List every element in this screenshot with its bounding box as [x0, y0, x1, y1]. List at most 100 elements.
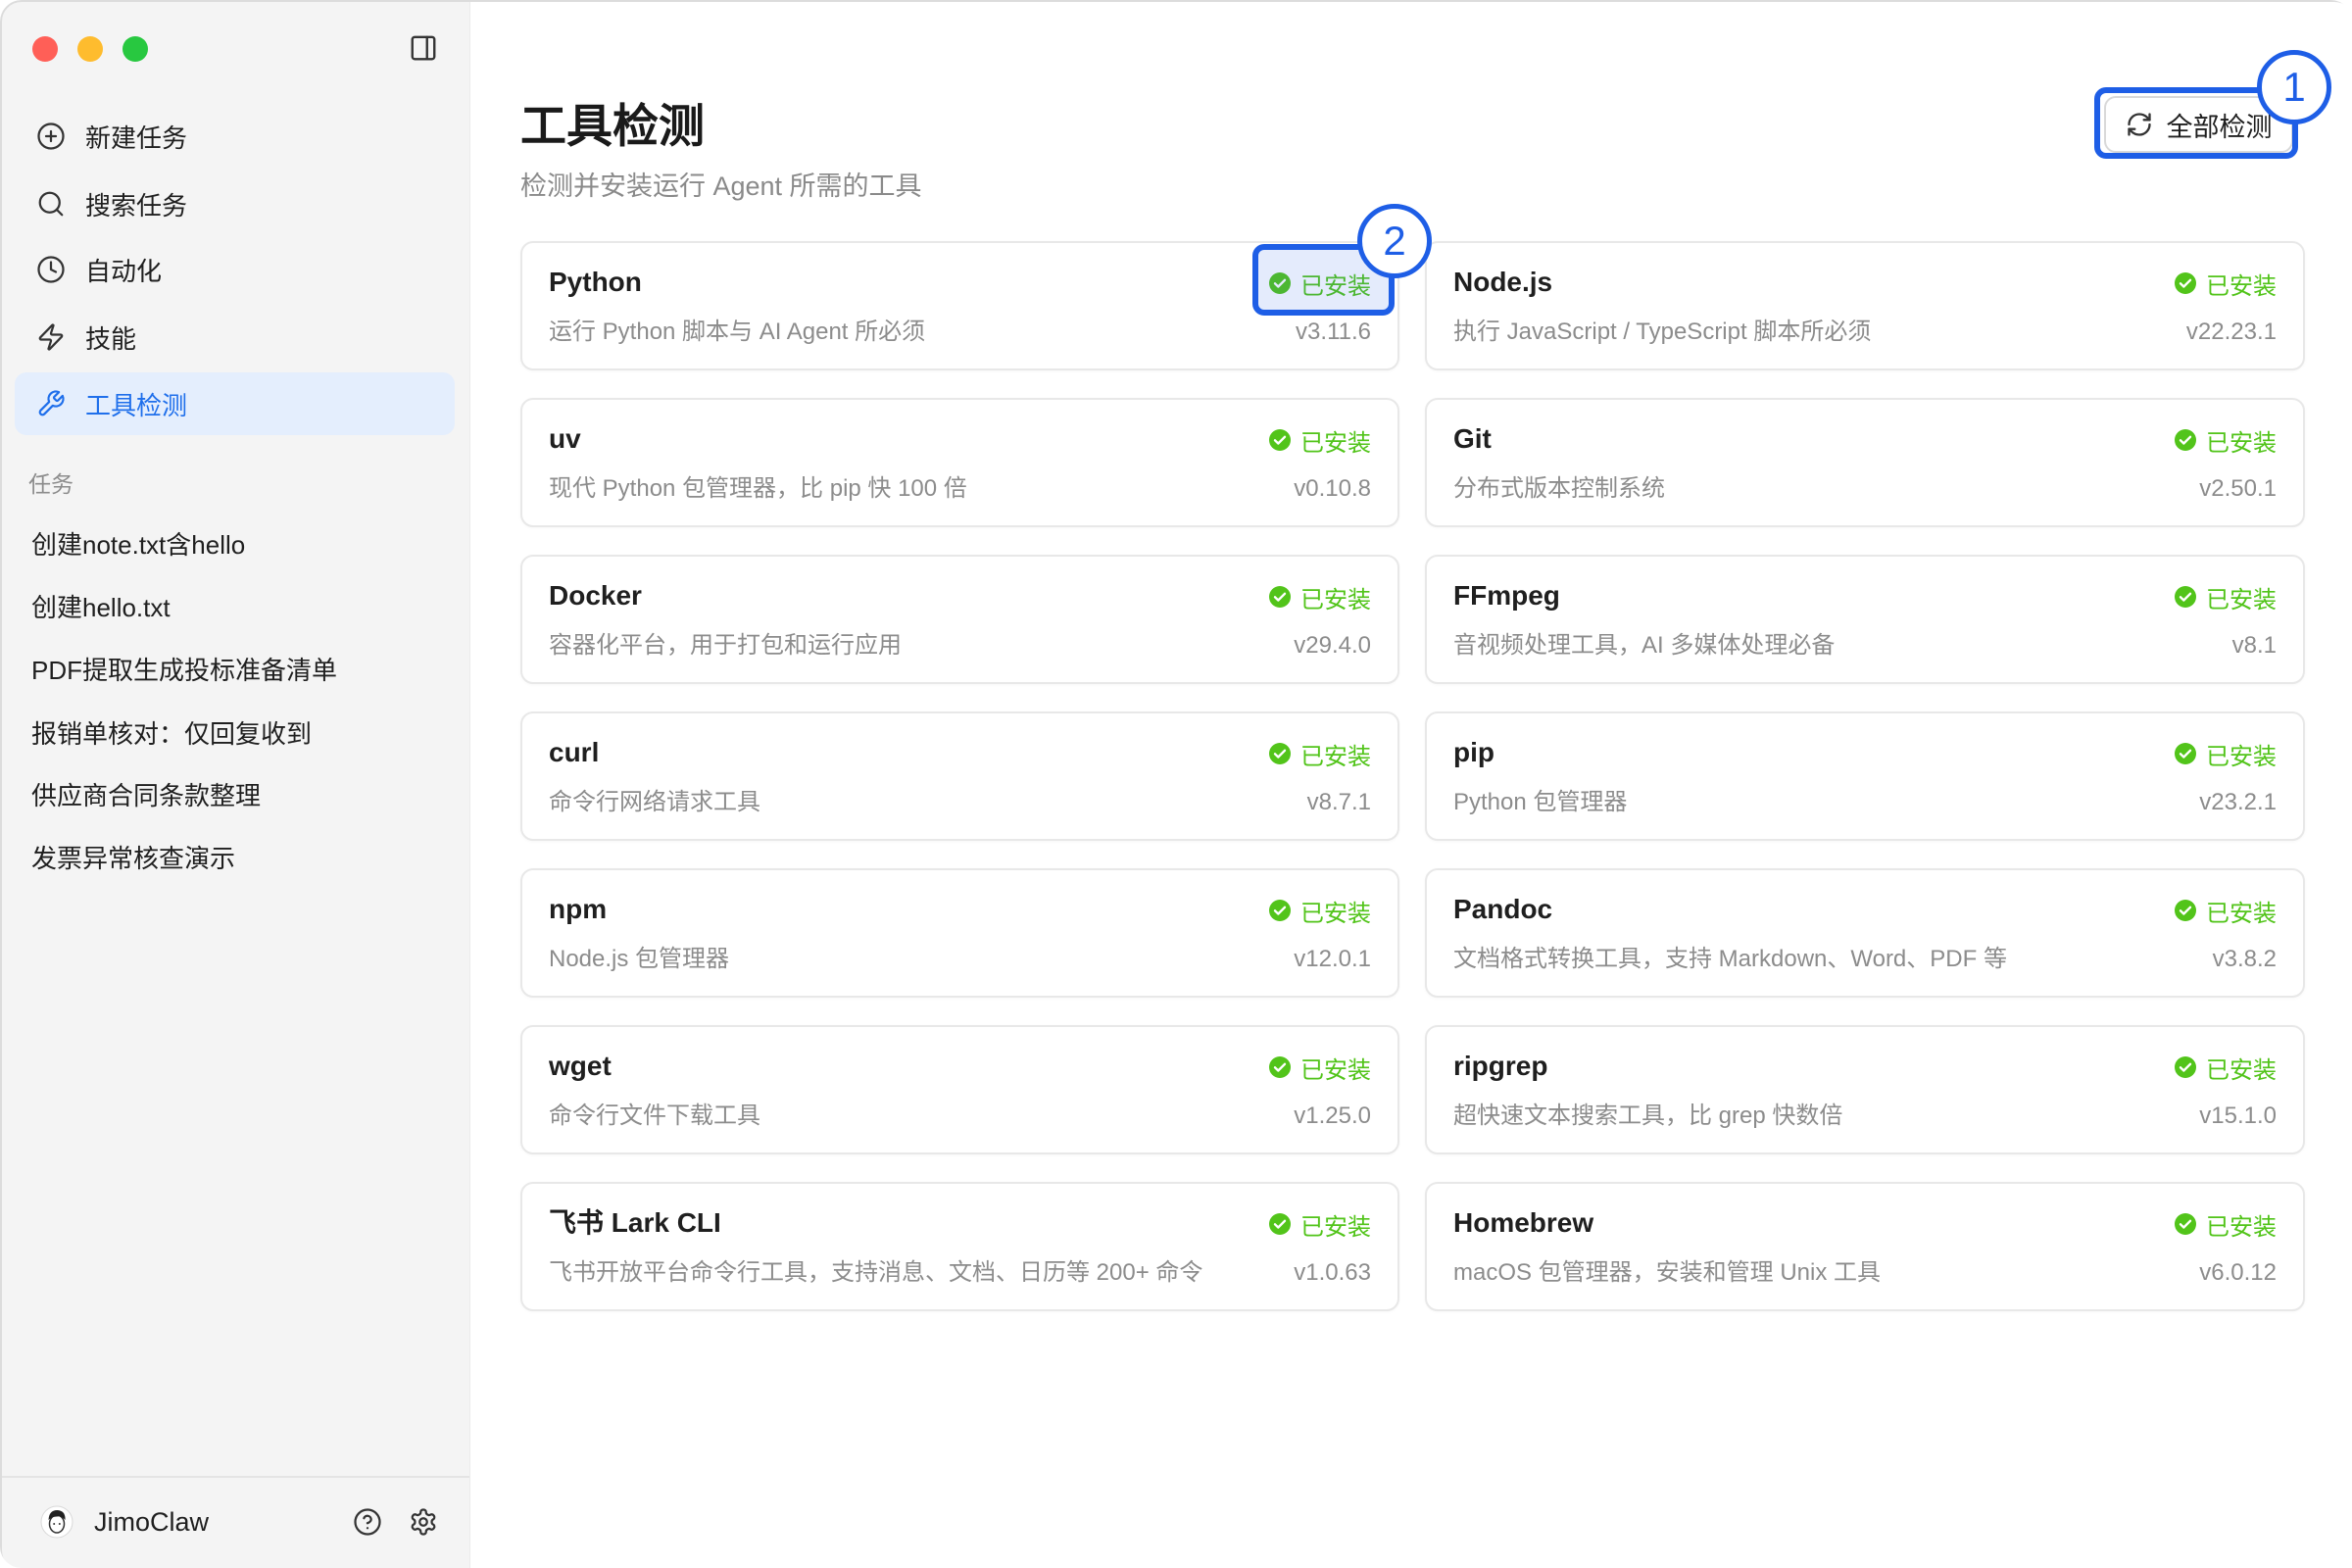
tool-description: 现代 Python 包管理器，比 pip 快 100 倍	[549, 475, 967, 502]
check-circle-icon	[1268, 428, 1292, 452]
tool-version: v8.1	[2231, 632, 2277, 659]
tool-name: Node.js	[1453, 267, 1553, 297]
tool-description: 超快速文本搜索工具，比 grep 快数倍	[1453, 1102, 1843, 1129]
tool-name: FFmpeg	[1453, 580, 1560, 611]
task-item[interactable]: 创建hello.txt	[15, 580, 455, 631]
tool-name: Docker	[549, 580, 642, 611]
check-circle-icon	[2174, 1212, 2197, 1236]
task-item[interactable]: 报销单核对：仅回复收到	[15, 707, 455, 758]
tool-card: npm Node.js 包管理器 已安装 v12.0.1	[520, 868, 1399, 998]
tool-card: Homebrew macOS 包管理器，安装和管理 Unix 工具 已安装 v6.0.…	[1425, 1182, 2305, 1311]
tool-version: v15.1.0	[2199, 1102, 2277, 1129]
tool-description: 运行 Python 脚本与 AI Agent 所必须	[549, 318, 926, 345]
sidebar-toggle-icon	[409, 33, 438, 68]
nav-new-task[interactable]: 新建任务	[15, 105, 455, 168]
window-minimize-button[interactable]	[77, 36, 103, 62]
tool-name: Homebrew	[1453, 1207, 1594, 1238]
check-circle-icon	[1268, 899, 1292, 922]
help-icon[interactable]	[353, 1507, 382, 1537]
status-badge[interactable]: 已安装	[1268, 424, 1371, 457]
window-zoom-button[interactable]	[122, 36, 148, 62]
nav-label: 技能	[85, 323, 137, 354]
tool-card: FFmpeg 音视频处理工具，AI 多媒体处理必备 已安装 v8.1	[1425, 555, 2305, 684]
tool-version: v29.4.0	[1294, 632, 1371, 659]
status-badge[interactable]: 已安装	[1268, 1052, 1371, 1084]
avatar[interactable]	[40, 1505, 74, 1539]
task-item[interactable]: 创建note.txt含hello	[15, 517, 455, 568]
tool-card: wget 命令行文件下载工具 已安装 v1.25.0	[520, 1025, 1399, 1154]
tool-name: Pandoc	[1453, 894, 1553, 924]
tool-name: wget	[549, 1051, 612, 1081]
tool-card: uv 现代 Python 包管理器，比 pip 快 100 倍 已安装 v0.10.8	[520, 398, 1399, 527]
status-badge[interactable]: 已安装	[2174, 738, 2277, 770]
status-badge[interactable]: 已安装	[1268, 895, 1371, 927]
status-label: 已安装	[2206, 1056, 2277, 1084]
tool-version: v1.0.63	[1294, 1259, 1371, 1286]
status-label: 已安装	[2206, 429, 2277, 457]
status-badge[interactable]: 已安装	[2174, 424, 2277, 457]
status-label: 已安装	[2206, 1213, 2277, 1241]
tool-card: Pandoc 文档格式转换工具，支持 Markdown、Word、PDF 等 已安装…	[1425, 868, 2305, 998]
status-label: 已安装	[1300, 429, 1371, 457]
tool-description: 飞书开放平台命令行工具，支持消息、文档、日历等 200+ 命令	[549, 1259, 1203, 1286]
window-close-button[interactable]	[32, 36, 58, 62]
tool-version: v8.7.1	[1306, 789, 1371, 815]
tool-description: 容器化平台，用于打包和运行应用	[549, 632, 902, 659]
tool-description: 执行 JavaScript / TypeScript 脚本所必须	[1453, 318, 1872, 345]
tool-name: uv	[549, 423, 581, 454]
status-badge[interactable]: 已安装	[1268, 738, 1371, 770]
tool-name: curl	[549, 737, 600, 767]
check-circle-icon	[1268, 742, 1292, 765]
status-badge[interactable]: 已安装	[2174, 895, 2277, 927]
status-badge[interactable]: 已安装	[2174, 1052, 2277, 1084]
status-label: 已安装	[2206, 743, 2277, 770]
nav-skills[interactable]: 技能	[15, 306, 455, 368]
nav-automation[interactable]: 自动化	[15, 238, 455, 301]
status-badge[interactable]: 已安装	[2174, 1208, 2277, 1241]
nav-label: 新建任务	[85, 122, 188, 153]
status-badge[interactable]: 已安装	[2174, 268, 2277, 300]
annotation-marker-2: 2	[1357, 204, 1432, 278]
check-circle-icon	[2174, 742, 2197, 765]
page-subtitle: 检测并安装运行 Agent 所需的工具	[520, 172, 922, 201]
check-circle-icon	[2174, 1055, 2197, 1079]
tool-version: v2.50.1	[2199, 475, 2277, 502]
status-label: 已安装	[2206, 900, 2277, 927]
tool-version: v23.2.1	[2199, 789, 2277, 815]
clock-icon	[36, 255, 66, 284]
nav-label: 自动化	[85, 256, 163, 286]
tool-description: Node.js 包管理器	[549, 946, 730, 972]
tool-version: v6.0.12	[2199, 1259, 2277, 1286]
tool-version: v1.25.0	[1294, 1102, 1371, 1129]
annotation-marker-1: 1	[2257, 50, 2331, 124]
task-item[interactable]: 发票异常核查演示	[15, 831, 455, 882]
status-badge[interactable]: 已安装	[1268, 1208, 1371, 1241]
lightning-icon	[36, 322, 66, 352]
tool-name: Git	[1453, 423, 1492, 454]
check-circle-icon	[1268, 1212, 1292, 1236]
tool-name: pip	[1453, 737, 1494, 767]
check-circle-icon	[2174, 428, 2197, 452]
sidebar-toggle-button[interactable]	[408, 34, 439, 66]
status-label: 已安装	[1300, 1056, 1371, 1084]
nav-search-task[interactable]: 搜索任务	[15, 172, 455, 235]
task-item[interactable]: PDF提取生成投标准备清单	[15, 643, 455, 694]
check-circle-icon	[2174, 271, 2197, 295]
status-badge[interactable]: 已安装	[1268, 581, 1371, 613]
tool-card: Git 分布式版本控制系统 已安装 v2.50.1	[1425, 398, 2305, 527]
status-label: 已安装	[2206, 586, 2277, 613]
user-name[interactable]: JimoClaw	[94, 1505, 209, 1539]
tool-card: 飞书 Lark CLI 飞书开放平台命令行工具，支持消息、文档、日历等 200+ …	[520, 1182, 1399, 1311]
app-window: 新建任务 搜索任务 自动化 技能 工具检测 任务 创建note.txt含hell…	[0, 0, 2352, 1568]
tool-version: v3.8.2	[2212, 946, 2277, 972]
tool-name: Python	[549, 267, 642, 297]
status-label: 已安装	[1300, 586, 1371, 613]
task-item[interactable]: 供应商合同条款整理	[15, 768, 455, 819]
status-badge[interactable]: 已安装	[2174, 581, 2277, 613]
tool-version: v22.23.1	[2185, 318, 2277, 345]
status-label: 已安装	[1300, 1213, 1371, 1241]
tool-card: Docker 容器化平台，用于打包和运行应用 已安装 v29.4.0	[520, 555, 1399, 684]
gear-icon[interactable]	[409, 1507, 438, 1537]
tool-description: 文档格式转换工具，支持 Markdown、Word、PDF 等	[1453, 946, 2007, 972]
nav-tool-check[interactable]: 工具检测	[15, 372, 455, 435]
